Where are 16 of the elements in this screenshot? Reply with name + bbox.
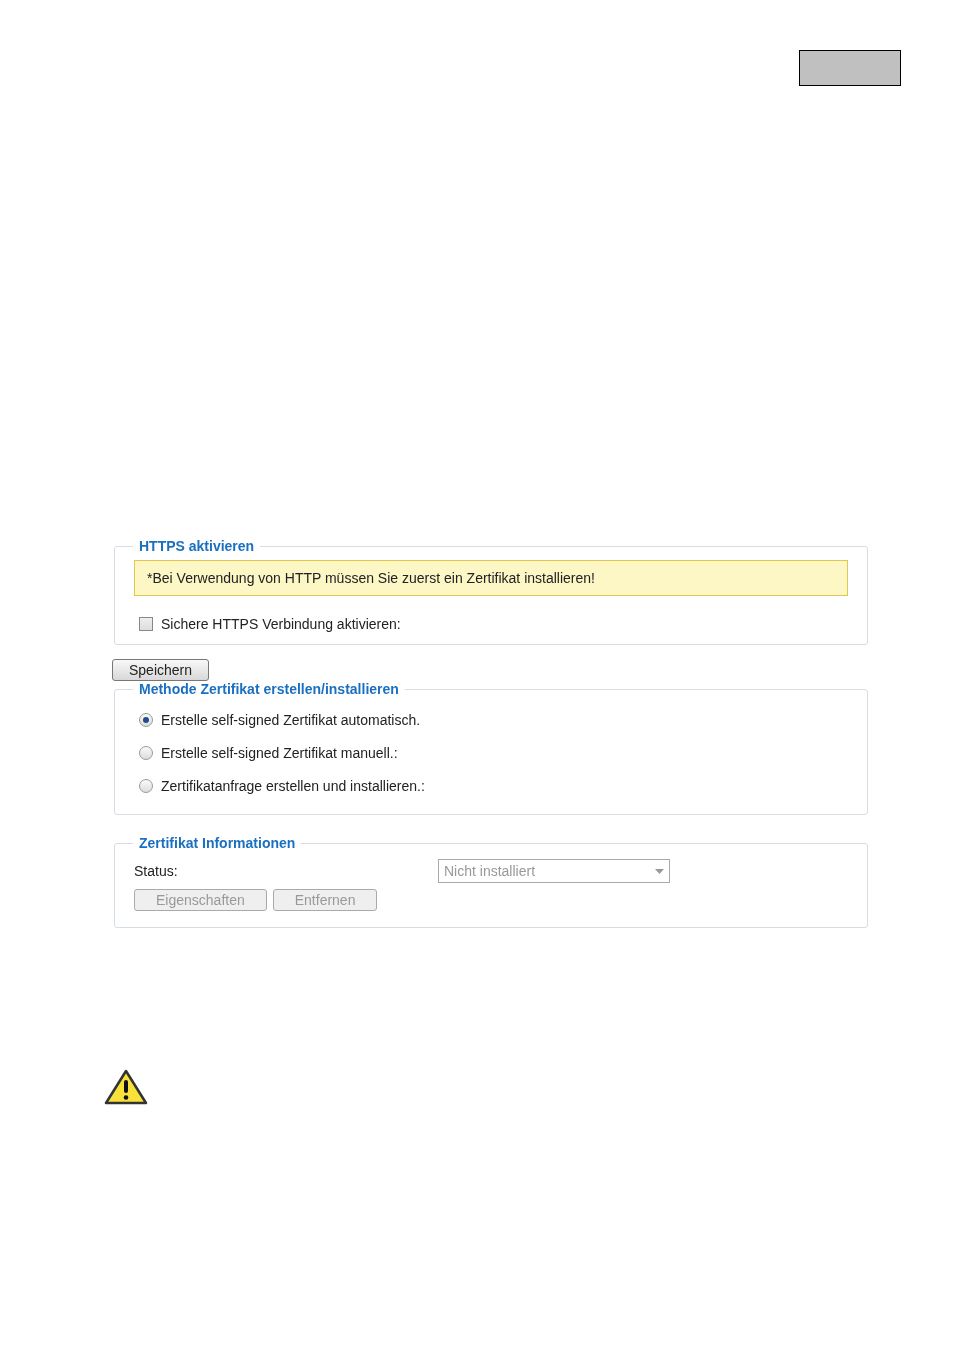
notice-message: *Bei Verwendung von HTTP müssen Sie zuerst ein Zertifikat installieren! <box>134 560 848 596</box>
radio-label: Erstelle self-signed Zertifikat manuell.: <box>161 744 398 761</box>
radio-button[interactable] <box>139 778 153 793</box>
section-title: HTTPS aktivieren <box>138 538 256 554</box>
section-title: Zertifikat Informationen <box>138 835 297 851</box>
radio-label: Zertifikatanfrage erstellen und installieren.: <box>161 777 425 794</box>
save-button[interactable]: Speichern <box>112 659 209 681</box>
section-title: Methode Zertifikat erstellen/installieren <box>138 681 400 697</box>
radio-button[interactable] <box>139 712 153 727</box>
checkbox[interactable] <box>139 617 153 631</box>
caret-icon <box>655 868 664 874</box>
radio-label: Erstelle self-signed Zertifikat automatisch. <box>161 711 421 728</box>
status-label: Status: <box>134 863 179 879</box>
checkbox-label: Sichere HTTPS Verbindung aktivieren: <box>161 616 401 632</box>
warning-icon <box>104 1069 148 1105</box>
radio-button[interactable] <box>139 745 153 760</box>
